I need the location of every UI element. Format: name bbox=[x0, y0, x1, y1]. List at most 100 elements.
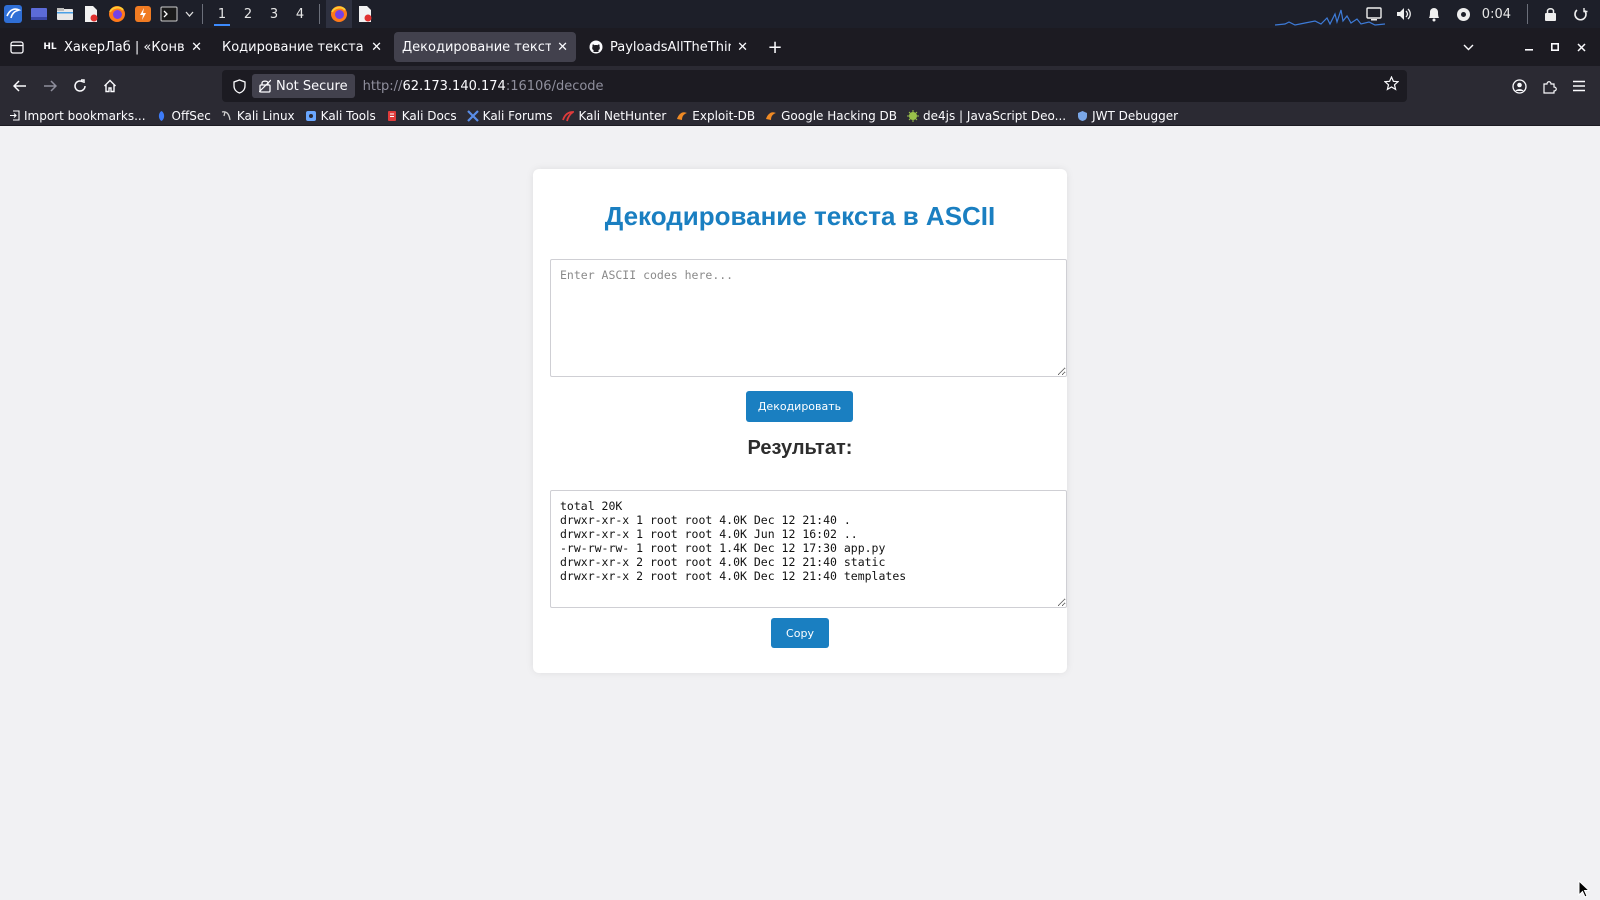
bookmark-label: Google Hacking DB bbox=[781, 108, 898, 123]
not-secure-label: Not Secure bbox=[276, 78, 348, 94]
workspace-3[interactable]: 3 bbox=[261, 0, 287, 28]
address-bar[interactable]: Not Secure http://62.173.140.174:16106/d… bbox=[222, 70, 1407, 102]
bookmark-de4js[interactable]: de4js | JavaScript Deo... bbox=[907, 109, 1066, 123]
import-icon bbox=[8, 110, 20, 122]
workspace-1[interactable]: 1 bbox=[209, 0, 235, 28]
display-icon[interactable] bbox=[1360, 0, 1388, 28]
tab-title: ХакерЛаб | «Конвертер» bbox=[64, 39, 185, 55]
decode-button[interactable]: Декодировать bbox=[746, 391, 853, 422]
hackerlab-favicon: HL bbox=[43, 42, 57, 52]
result-output[interactable]: total 20K drwxr-xr-x 1 root root 4.0K De… bbox=[550, 490, 1067, 608]
burpsuite-icon[interactable] bbox=[130, 0, 156, 28]
close-tab-icon[interactable]: ✕ bbox=[371, 40, 382, 55]
workspace-4[interactable]: 4 bbox=[287, 0, 313, 28]
close-tab-icon[interactable]: ✕ bbox=[737, 40, 748, 55]
insecure-lock-icon bbox=[259, 79, 271, 93]
jwt-icon bbox=[1076, 110, 1088, 122]
home-icon[interactable] bbox=[95, 71, 125, 101]
firefox-launcher-icon[interactable] bbox=[104, 0, 130, 28]
bookmark-label: Import bookmarks... bbox=[24, 108, 146, 123]
notifications-bell-icon[interactable] bbox=[1420, 0, 1448, 28]
taskbar-firefox-window-icon[interactable] bbox=[326, 0, 352, 28]
ghdb-icon bbox=[765, 110, 777, 122]
url-text[interactable]: http://62.173.140.174:16106/decode bbox=[363, 79, 604, 94]
firefox-view-icon[interactable] bbox=[0, 28, 34, 66]
nethunter-icon bbox=[562, 110, 575, 122]
text-editor-icon[interactable] bbox=[78, 0, 104, 28]
list-all-tabs-chevron-icon[interactable] bbox=[1448, 28, 1488, 66]
page-content: Декодирование текста в ASCII Декодироват… bbox=[0, 127, 1600, 900]
bookmark-label: de4js | JavaScript Deo... bbox=[923, 108, 1067, 123]
bookmark-label: Kali Forums bbox=[482, 108, 553, 123]
panel-separator bbox=[1527, 4, 1528, 24]
workspace-2[interactable]: 2 bbox=[235, 0, 261, 28]
copy-button[interactable]: Copy bbox=[771, 618, 829, 648]
bookmark-label: Kali Docs bbox=[401, 108, 457, 123]
url-path: :16106/decode bbox=[505, 78, 604, 94]
panel-separator bbox=[319, 4, 320, 24]
tab-ascii-decode[interactable]: Декодирование текста из ASCII ✕ bbox=[394, 32, 576, 62]
kali-tools-icon bbox=[305, 110, 317, 122]
mouse-cursor-icon bbox=[1578, 880, 1590, 898]
lock-screen-icon[interactable] bbox=[1536, 0, 1564, 28]
show-desktop-icon[interactable] bbox=[26, 0, 52, 28]
tab-hackerlab-converter[interactable]: HL ХакерЛаб | «Конвертер» ✕ bbox=[34, 32, 210, 62]
new-tab-plus-icon[interactable]: + bbox=[760, 32, 790, 62]
tab-title: Декодирование текста из ASCII bbox=[402, 39, 552, 55]
bookmark-kali-forums[interactable]: Kali Forums bbox=[466, 108, 553, 123]
tracking-protection-shield-icon[interactable] bbox=[226, 78, 252, 94]
bookmark-kali-tools[interactable]: Kali Tools bbox=[305, 109, 376, 123]
url-scheme: http:// bbox=[362, 78, 403, 94]
bookmark-label: JWT Debugger bbox=[1092, 108, 1179, 123]
reload-icon[interactable] bbox=[65, 71, 95, 101]
bookmark-kali-nethunter[interactable]: Kali NetHunter bbox=[562, 109, 666, 123]
tab-ascii-encode[interactable]: Кодирование текста в ASCII ✕ bbox=[214, 32, 390, 62]
terminal-dropdown-chevron-icon[interactable] bbox=[182, 0, 196, 28]
hamburger-menu-icon[interactable] bbox=[1564, 71, 1594, 101]
volume-icon[interactable] bbox=[1390, 0, 1418, 28]
bookmark-google-hacking-db[interactable]: Google Hacking DB bbox=[765, 109, 897, 123]
bookmark-kali-docs[interactable]: Kali Docs bbox=[386, 109, 457, 123]
account-icon[interactable] bbox=[1504, 71, 1534, 101]
extensions-puzzle-icon[interactable] bbox=[1534, 71, 1564, 101]
url-host: 62.173.140.174 bbox=[402, 78, 506, 94]
close-window-icon[interactable] bbox=[1568, 28, 1594, 66]
decoder-card: Декодирование текста в ASCII Декодироват… bbox=[533, 169, 1067, 673]
tab-title: PayloadsAllTheThings/Se bbox=[610, 39, 731, 55]
github-favicon bbox=[588, 39, 604, 55]
tab-payloadsallthethings[interactable]: PayloadsAllTheThings/Se ✕ bbox=[580, 32, 756, 62]
kali-forums-icon bbox=[466, 109, 479, 122]
close-tab-icon[interactable]: ✕ bbox=[557, 40, 568, 55]
terminal-icon[interactable] bbox=[156, 0, 182, 28]
kali-dragon-icon bbox=[221, 110, 233, 122]
back-arrow-icon[interactable] bbox=[5, 71, 35, 101]
file-manager-icon[interactable] bbox=[52, 0, 78, 28]
exploitdb-icon bbox=[676, 110, 688, 122]
forward-arrow-icon[interactable] bbox=[35, 71, 65, 101]
tab-title: Кодирование текста в ASCII bbox=[222, 39, 365, 55]
browser-tab-bar: HL ХакерЛаб | «Конвертер» ✕ Кодирование … bbox=[0, 28, 1600, 66]
kali-menu-icon[interactable] bbox=[0, 0, 26, 28]
bookmark-offsec[interactable]: OffSec bbox=[156, 109, 211, 123]
kali-docs-icon bbox=[386, 110, 398, 122]
taskbar-editor-window-icon[interactable] bbox=[352, 0, 378, 28]
panel-separator bbox=[202, 4, 203, 24]
minimize-window-icon[interactable] bbox=[1516, 28, 1542, 66]
bookmark-jwt-debugger[interactable]: JWT Debugger bbox=[1076, 109, 1178, 123]
bookmark-star-icon[interactable] bbox=[1383, 75, 1400, 95]
bookmark-import[interactable]: Import bookmarks... bbox=[8, 109, 146, 123]
bookmarks-toolbar: Import bookmarks... OffSec Kali Linux Ka… bbox=[0, 106, 1600, 126]
offsec-icon bbox=[156, 110, 168, 122]
bookmark-kali-linux[interactable]: Kali Linux bbox=[221, 109, 295, 123]
not-secure-indicator[interactable]: Not Secure bbox=[252, 74, 355, 98]
vpn-status-icon[interactable] bbox=[1450, 0, 1478, 28]
bookmark-label: Kali NetHunter bbox=[578, 108, 667, 123]
close-tab-icon[interactable]: ✕ bbox=[191, 40, 202, 55]
power-menu-icon[interactable] bbox=[1566, 0, 1594, 28]
bookmark-label: Kali Tools bbox=[320, 108, 376, 123]
clock[interactable]: 0:04 bbox=[1480, 7, 1519, 22]
ascii-codes-input[interactable] bbox=[550, 259, 1067, 377]
bookmark-exploit-db[interactable]: Exploit-DB bbox=[676, 109, 755, 123]
maximize-window-icon[interactable] bbox=[1542, 28, 1568, 66]
bookmark-label: Kali Linux bbox=[236, 108, 295, 123]
